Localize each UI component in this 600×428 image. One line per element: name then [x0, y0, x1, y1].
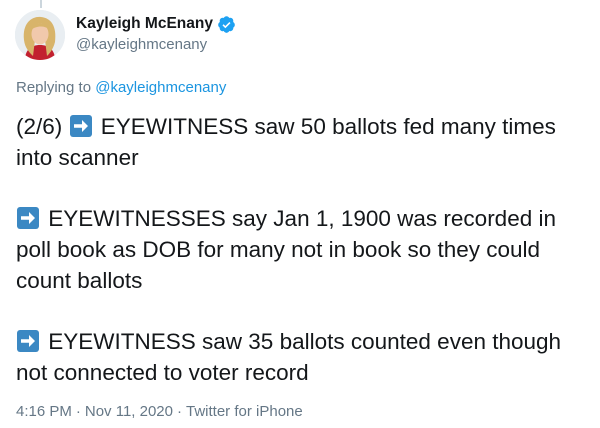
tweet-text: (2/6) EYEWITNESS saw 50 ballots fed many… [16, 111, 596, 388]
tweet-paragraph-3: EYEWITNESS saw 35 ballots counted even t… [16, 326, 596, 388]
right-arrow-emoji-icon [69, 114, 93, 138]
tweet-metadata: 4:16 PM · Nov 11, 2020 · Twitter for iPhone [16, 402, 303, 422]
right-arrow-emoji-icon [16, 206, 40, 230]
thread-connector-line [40, 0, 42, 8]
replying-to: Replying to @kayleighmcenany [16, 78, 226, 98]
tweet-source[interactable]: Twitter for iPhone [186, 403, 303, 420]
avatar[interactable] [15, 10, 65, 60]
avatar-image [15, 10, 65, 60]
reply-mention-link[interactable]: @kayleighmcenany [95, 79, 226, 96]
tweet-paragraph-3-text: EYEWITNESS saw 35 ballots counted even t… [16, 329, 562, 385]
author-name[interactable]: Kayleigh McEnany [76, 14, 213, 34]
tweet: Kayleigh McEnany @kayleighmcenany Replyi… [0, 0, 600, 428]
meta-separator: · [75, 403, 81, 420]
tweet-time[interactable]: 4:16 PM [16, 403, 72, 420]
tweet-date[interactable]: Nov 11, 2020 [85, 403, 173, 420]
author-block: Kayleigh McEnany @kayleighmcenany [76, 13, 236, 55]
tweet-paragraph-2: EYEWITNESSES say Jan 1, 1900 was recorde… [16, 203, 596, 296]
tweet-paragraph-1-text: EYEWITNESS saw 50 ballots fed many times… [16, 114, 556, 170]
author-handle[interactable]: @kayleighmcenany [76, 35, 236, 55]
verified-badge-icon [217, 15, 236, 34]
replying-to-label: Replying to [16, 79, 92, 96]
tweet-paragraph-2-text: EYEWITNESSES say Jan 1, 1900 was recorde… [16, 206, 556, 293]
meta-separator: · [177, 403, 182, 420]
tweet-paragraph-1: (2/6) EYEWITNESS saw 50 ballots fed many… [16, 111, 596, 173]
thread-counter: (2/6) [16, 114, 69, 139]
right-arrow-emoji-icon [16, 329, 40, 353]
